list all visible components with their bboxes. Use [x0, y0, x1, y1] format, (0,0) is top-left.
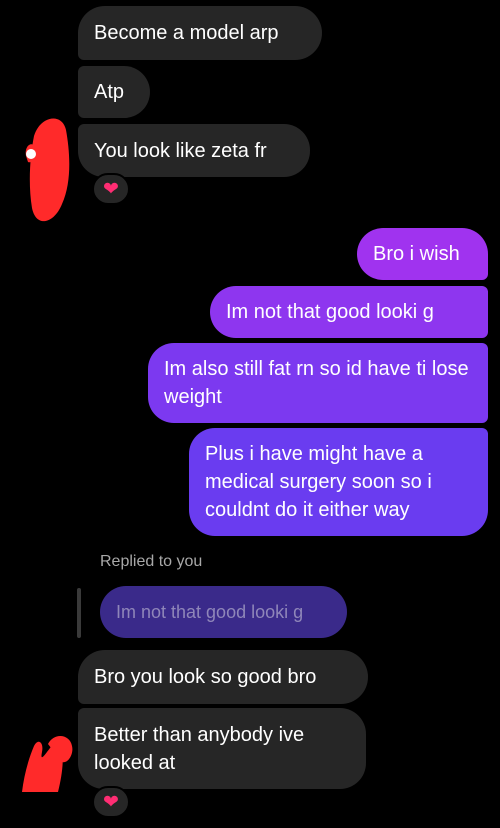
quoted-message[interactable]: Im not that good looki g: [100, 586, 347, 638]
message-text: Plus i have might have a medical surgery…: [205, 443, 432, 521]
message-text: Become a model arp: [94, 22, 279, 44]
outgoing-message[interactable]: Im also still fat rn so id have ti lose …: [148, 343, 488, 423]
message-text: Im also still fat rn so id have ti lose …: [164, 358, 469, 408]
message-text: You look like zeta fr: [94, 139, 267, 162]
outgoing-message[interactable]: Bro i wish: [357, 228, 488, 280]
incoming-message[interactable]: Bro you look so good bro: [78, 650, 368, 704]
message-text: Better than anybody ive looked at: [94, 723, 305, 774]
incoming-message[interactable]: You look like zeta fr: [78, 124, 310, 177]
quoted-message-text: Im not that good looki g: [116, 601, 304, 622]
heart-reaction[interactable]: ❤: [92, 786, 130, 818]
redacted-avatar-2: [22, 735, 73, 792]
heart-icon: ❤: [103, 791, 119, 813]
incoming-message[interactable]: Become a model arp: [78, 6, 322, 60]
message-text: Bro you look so good bro: [94, 666, 317, 688]
message-text: Atp: [94, 81, 125, 103]
message-text: Im not that good looki g: [226, 301, 434, 323]
replied-to-you-label: Replied to you: [100, 553, 203, 570]
redacted-avatar-1: [25, 118, 70, 222]
outgoing-message[interactable]: Plus i have might have a medical surgery…: [189, 428, 488, 536]
heart-reaction[interactable]: ❤: [92, 173, 130, 205]
heart-icon: ❤: [103, 178, 119, 200]
incoming-message[interactable]: Better than anybody ive looked at: [78, 708, 366, 789]
message-text: Bro i wish: [373, 243, 460, 265]
outgoing-message[interactable]: Im not that good looki g: [210, 286, 488, 338]
incoming-message[interactable]: Atp: [78, 66, 150, 118]
reply-indicator-bar: [77, 588, 81, 638]
